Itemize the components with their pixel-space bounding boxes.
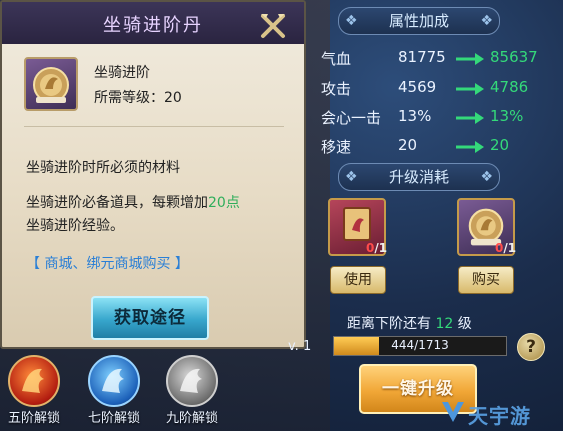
cost-header-text: 升级消耗 xyxy=(388,168,449,186)
mount-fire-icon xyxy=(8,355,60,407)
experience-text: 444/1713 xyxy=(391,338,449,352)
stat-current: 13% xyxy=(398,107,432,125)
level-label: v. 1 xyxy=(288,339,312,354)
stat-label: 会心一击 xyxy=(321,109,382,127)
stat-current: 81775 xyxy=(398,48,446,66)
remaining-prefix: 距离下阶还有 xyxy=(347,316,431,332)
description-text: 坐骑进阶必备道具，每颗增加 xyxy=(26,195,208,211)
remaining-number: 12 xyxy=(435,316,454,332)
stat-next: 85637 xyxy=(490,48,538,66)
watermark-logo-icon xyxy=(442,402,464,422)
unlock-label: 五阶解锁 xyxy=(7,411,60,426)
stat-next: 20 xyxy=(490,136,510,154)
cost-header: 升级消耗 xyxy=(338,163,500,191)
help-button[interactable]: ? xyxy=(517,333,545,361)
stat-label: 攻击 xyxy=(321,80,352,98)
unlock-label: 七阶解锁 xyxy=(87,411,140,426)
mount-silver-icon xyxy=(166,355,218,407)
buy-button[interactable]: 购买 xyxy=(458,266,514,294)
arrow-right-icon xyxy=(456,53,484,65)
arrow-right-icon xyxy=(456,141,484,153)
divider xyxy=(24,126,284,127)
remaining-levels-text: 距离下阶还有 12 级 xyxy=(347,313,472,333)
stat-next: 4786 xyxy=(490,78,529,96)
description-line-1: 坐骑进阶时所必须的材料 xyxy=(26,160,180,176)
attributes-header-text: 属性加成 xyxy=(388,12,449,30)
remaining-suffix: 级 xyxy=(457,316,472,332)
item-slot xyxy=(24,57,78,111)
unlock-tier-5[interactable]: 五阶解锁 xyxy=(2,355,66,427)
description-line-3: 坐骑进阶经验。 xyxy=(26,218,124,234)
stat-label: 气血 xyxy=(321,50,352,68)
mount-pill-icon xyxy=(33,67,69,103)
use-button[interactable]: 使用 xyxy=(330,266,386,294)
attributes-header: 属性加成 xyxy=(338,7,500,35)
description-line-2: 坐骑进阶必备道具，每颗增加20点 xyxy=(26,192,240,212)
shop-link[interactable]: 【 商城、绑元商城购买 】 xyxy=(26,253,189,273)
tooltip-header: 坐骑进阶丹 xyxy=(2,2,304,44)
stat-current: 4569 xyxy=(398,78,437,96)
cost-total: /1 xyxy=(374,241,388,255)
mount-ice-icon xyxy=(88,355,140,407)
cost-item-count: 0/1 xyxy=(366,241,387,255)
unlock-tier-9[interactable]: 九阶解锁 xyxy=(160,355,224,427)
unlock-label: 九阶解锁 xyxy=(165,411,218,426)
item-name: 坐骑进阶 xyxy=(94,65,150,81)
unlock-tier-7[interactable]: 七阶解锁 xyxy=(82,355,146,427)
arrow-right-icon xyxy=(456,83,484,95)
experience-bar: 444/1713 xyxy=(333,336,507,356)
stat-label: 移速 xyxy=(321,138,352,156)
stat-current: 20 xyxy=(398,136,418,154)
close-icon[interactable] xyxy=(258,10,288,40)
get-source-button[interactable]: 获取途径 xyxy=(91,296,209,340)
cost-total: /1 xyxy=(503,241,517,255)
item-tooltip: 坐骑进阶丹 坐骑进阶 所需等级：20 坐骑进阶时所必须的材料 坐骑进阶必备道具，… xyxy=(0,0,306,349)
item-required-level: 所需等级：20 xyxy=(94,90,182,106)
description-highlight: 20点 xyxy=(208,195,240,211)
arrow-right-icon xyxy=(456,112,484,124)
cost-item-count: 0/1 xyxy=(495,241,516,255)
stat-next: 13% xyxy=(490,107,524,125)
watermark: 天宇游 xyxy=(468,404,531,428)
